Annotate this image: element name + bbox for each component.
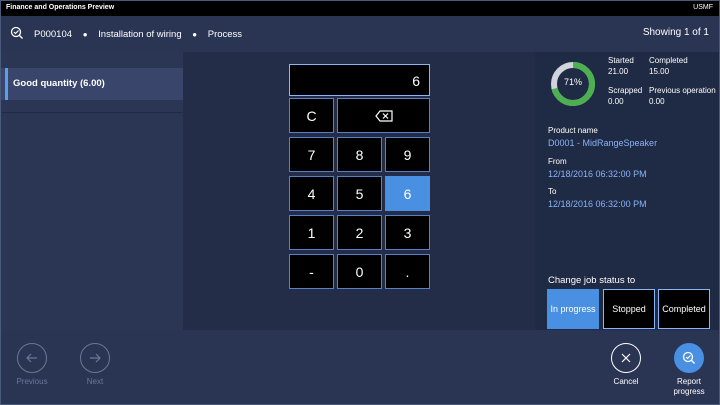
scrapped-value: 0.00 xyxy=(608,97,624,106)
quantity-panel: Good quantity (6.00) xyxy=(1,52,183,330)
status-in-progress-button[interactable]: In progress xyxy=(547,289,599,329)
quantity-display: 6 xyxy=(289,64,430,96)
previous-circle xyxy=(17,343,47,373)
to-label: To xyxy=(548,187,557,196)
selection-indicator xyxy=(5,68,8,100)
title-bar: Finance and Operations Preview USMF xyxy=(1,1,719,16)
quantity-display-value: 6 xyxy=(412,73,420,89)
completed-label: Completed xyxy=(649,56,688,65)
record-count: Showing 1 of 1 xyxy=(642,27,709,38)
digit-5-key[interactable]: 5 xyxy=(337,176,382,211)
next-button[interactable]: Next xyxy=(65,343,125,387)
previous-button[interactable]: Previous xyxy=(2,343,62,387)
digit-9-key[interactable]: 9 xyxy=(385,137,430,172)
arrow-left-icon xyxy=(26,353,37,363)
breadcrumb-separator: ● xyxy=(192,30,198,39)
digit-6-key[interactable]: 6 xyxy=(385,176,430,211)
status-stopped-button[interactable]: Stopped xyxy=(603,289,655,329)
decimal-key[interactable]: . xyxy=(385,254,430,289)
footer-bar: Previous Next Cancel Report progress xyxy=(1,330,719,404)
previous-label: Previous xyxy=(16,377,48,386)
report-progress-label: Report progress xyxy=(659,377,719,397)
minus-key[interactable]: - xyxy=(289,254,334,289)
digit-4-key[interactable]: 4 xyxy=(289,176,334,211)
started-label: Started xyxy=(608,56,634,65)
breadcrumb-job-type: Process xyxy=(207,29,243,40)
backspace-key[interactable] xyxy=(337,98,430,133)
digit-0-key[interactable]: 0 xyxy=(337,254,382,289)
status-completed-button[interactable]: Completed xyxy=(658,289,710,329)
breadcrumb-separator: ● xyxy=(82,30,88,39)
backspace-icon xyxy=(374,109,393,122)
product-name-value: D0001 - MidRangeSpeaker xyxy=(548,138,658,148)
cancel-circle xyxy=(611,343,641,373)
digit-8-key[interactable]: 8 xyxy=(337,137,382,172)
previous-operation-stat: Previous operation 0.00 xyxy=(649,85,716,107)
close-icon xyxy=(621,353,631,363)
next-circle xyxy=(80,343,110,373)
next-label: Next xyxy=(86,377,104,386)
window-title: Finance and Operations Preview xyxy=(6,4,115,11)
breadcrumb: P000104 ● Installation of wiring ● Proce… xyxy=(34,29,242,40)
arrow-right-icon xyxy=(90,353,101,363)
header-bar: P000104 ● Installation of wiring ● Proce… xyxy=(1,16,719,52)
completed-stat: Completed 15.00 xyxy=(649,55,688,77)
clear-key[interactable]: C xyxy=(289,98,334,133)
started-value: 21.00 xyxy=(608,67,629,76)
scrapped-stat: Scrapped 0.00 xyxy=(608,85,642,107)
previous-operation-value: 0.00 xyxy=(649,97,665,106)
divider xyxy=(1,112,183,113)
progress-ring: 71% xyxy=(549,60,597,108)
change-job-status-label: Change job status to xyxy=(548,275,636,286)
report-progress-logo-icon xyxy=(10,26,23,39)
report-progress-button[interactable]: Report progress xyxy=(659,343,719,397)
progress-percent: 71% xyxy=(563,77,582,87)
from-label: From xyxy=(548,157,567,166)
digit-3-key[interactable]: 3 xyxy=(385,215,430,250)
report-progress-circle xyxy=(674,343,704,373)
digit-2-key[interactable]: 2 xyxy=(337,215,382,250)
completed-value: 15.00 xyxy=(649,67,670,76)
cancel-label: Cancel xyxy=(613,377,639,386)
breadcrumb-production-order: P000104 xyxy=(34,29,73,40)
report-progress-label-line2: progress xyxy=(673,387,705,396)
numeric-keypad: 6 C 7 8 9 4 5 6 1 2 3 - 0 . xyxy=(183,52,535,330)
digit-1-key[interactable]: 1 xyxy=(289,215,334,250)
previous-operation-label: Previous operation xyxy=(649,86,716,95)
app-window: Finance and Operations Preview USMF P000… xyxy=(0,0,720,405)
breadcrumb-operation: Installation of wiring xyxy=(98,29,182,40)
good-quantity-label: Good quantity (6.00) xyxy=(13,78,105,89)
product-name-label: Product name xyxy=(548,126,598,135)
from-value: 12/18/2016 06:32:00 PM xyxy=(548,169,647,179)
company-code: USMF xyxy=(693,4,713,11)
report-progress-icon xyxy=(682,351,695,364)
to-value: 12/18/2016 06:32:00 PM xyxy=(548,199,647,209)
report-progress-label-line1: Report xyxy=(676,377,701,386)
started-stat: Started 21.00 xyxy=(608,55,634,77)
scrapped-label: Scrapped xyxy=(608,86,643,95)
good-quantity-item[interactable]: Good quantity (6.00) xyxy=(1,68,183,100)
digit-7-key[interactable]: 7 xyxy=(289,137,334,172)
cancel-button[interactable]: Cancel xyxy=(596,343,656,387)
